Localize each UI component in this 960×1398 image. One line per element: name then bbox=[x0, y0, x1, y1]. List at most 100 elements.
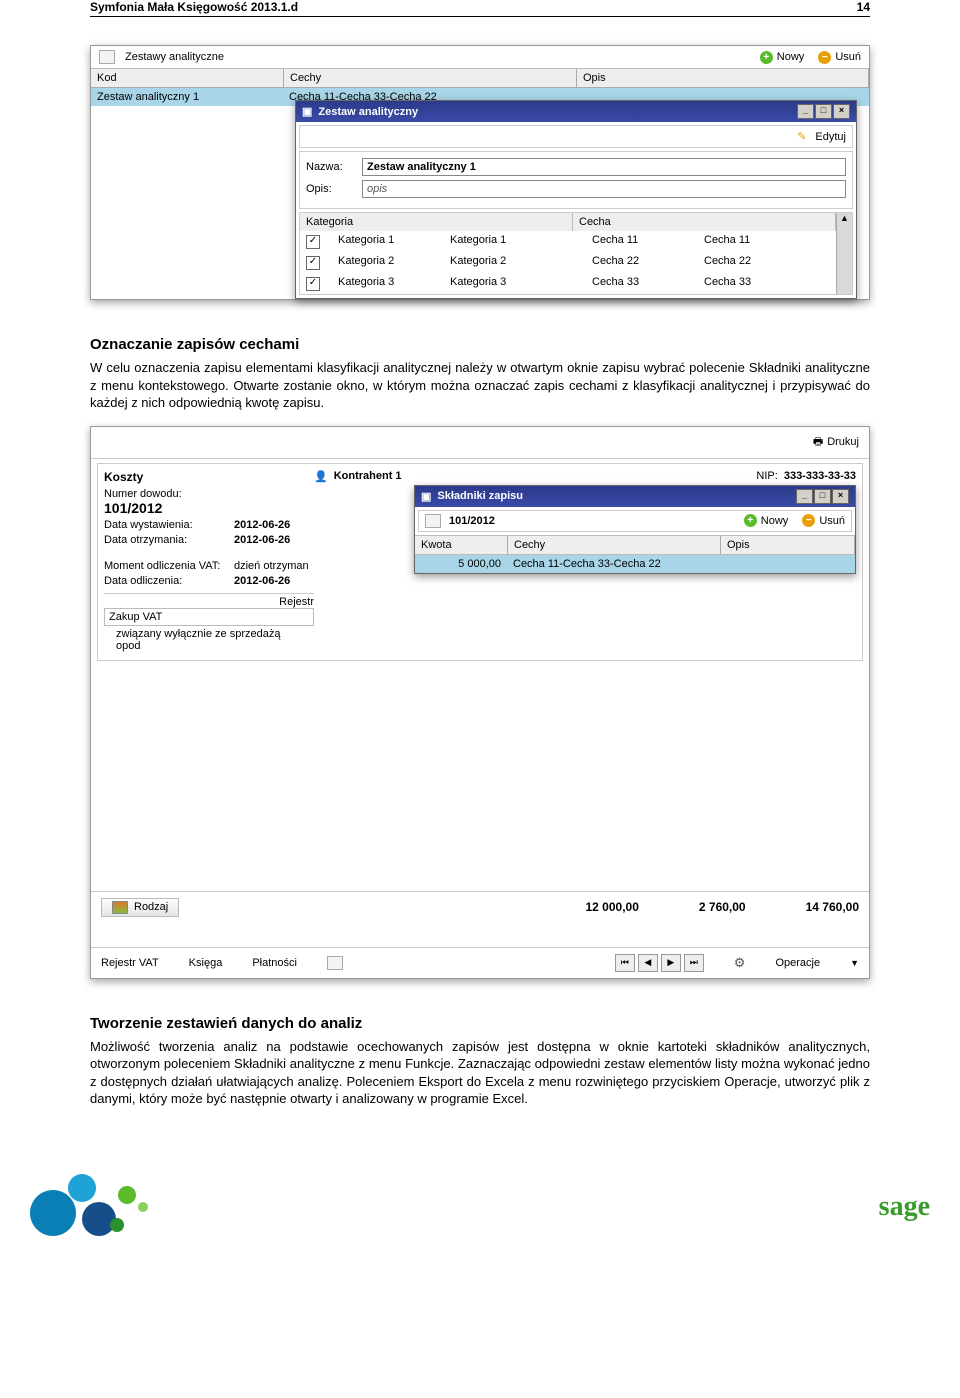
nip-label: NIP: bbox=[756, 470, 777, 482]
delete-button[interactable]: − Usuń bbox=[818, 51, 861, 64]
list-item[interactable]: ✓ Kategoria 1 Kategoria 1 Cecha 11 Cecha… bbox=[300, 231, 836, 252]
dialog-zestaw: ▣ Zestaw analityczny _ □ × ✎ Edytuj bbox=[295, 100, 857, 299]
close-button[interactable]: × bbox=[833, 104, 850, 119]
close-button[interactable]: × bbox=[832, 489, 849, 504]
chevron-down-icon[interactable]: ▼ bbox=[850, 958, 859, 968]
maximize-button[interactable]: □ bbox=[814, 489, 831, 504]
minimize-button[interactable]: _ bbox=[797, 104, 814, 119]
checkbox[interactable]: ✓ bbox=[306, 256, 320, 270]
print-button[interactable]: 🖶 Drukuj bbox=[813, 433, 859, 452]
operacje-button[interactable]: Operacje bbox=[775, 957, 820, 969]
gear-icon[interactable]: ⚙ bbox=[734, 955, 746, 971]
nav-last-button[interactable]: ⏭ bbox=[684, 954, 704, 972]
col-cechy[interactable]: Cechy bbox=[508, 536, 721, 554]
koszty-title: Koszty bbox=[104, 470, 314, 484]
data-odliczenia-label: Data odliczenia: bbox=[104, 575, 234, 587]
edit-button[interactable]: ✎ Edytuj bbox=[797, 130, 846, 143]
print-button-label: Drukuj bbox=[827, 436, 859, 448]
dialog-icon: ▣ bbox=[302, 105, 312, 118]
cecha-code: Cecha 11 bbox=[586, 232, 698, 251]
numer-value: 101/2012 bbox=[104, 500, 314, 516]
data-otrzymania-label: Data otrzymania: bbox=[104, 534, 234, 546]
delete-button-label: Usuń bbox=[819, 515, 845, 527]
scrollbar[interactable] bbox=[836, 231, 852, 294]
doc-number: 101/2012 bbox=[449, 515, 495, 527]
kat-code: Kategoria 1 bbox=[332, 232, 444, 251]
col-cecha[interactable]: Cecha bbox=[573, 213, 836, 231]
page-header: Symfonia Mała Księgowość 2013.1.d 14 bbox=[90, 0, 870, 17]
grip-icon[interactable] bbox=[327, 956, 343, 970]
list-item[interactable]: ✓ Kategoria 3 Kategoria 3 Cecha 33 Cecha… bbox=[300, 273, 836, 294]
delete-button-label: Usuń bbox=[835, 51, 861, 63]
tab-rejestr-vat[interactable]: Rejestr VAT bbox=[101, 957, 159, 969]
nav-next-button[interactable]: ▶ bbox=[661, 954, 681, 972]
dialog-icon: ▣ bbox=[421, 490, 431, 503]
rodzaj-label: Rodzaj bbox=[134, 901, 168, 913]
kat-name: Kategoria 1 bbox=[444, 232, 586, 251]
zakup-vat-field[interactable]: Zakup VAT bbox=[104, 608, 314, 626]
paragraph-2: Możliwość tworzenia analiz na podstawie … bbox=[90, 1038, 870, 1108]
total-brutto: 14 760,00 bbox=[806, 900, 859, 914]
dialog-title: Składniki zapisu bbox=[437, 490, 523, 502]
tab-platnosci[interactable]: Płatności bbox=[252, 957, 297, 969]
paragraph-1: W celu oznaczenia zapisu elementami klas… bbox=[90, 359, 870, 412]
cell-cechy: Cecha 11-Cecha 33-Cecha 22 bbox=[507, 555, 719, 573]
col-opis[interactable]: Opis bbox=[577, 69, 869, 87]
opis-label: Opis: bbox=[306, 183, 356, 195]
col-kategoria[interactable]: Kategoria bbox=[300, 213, 573, 231]
zakup-vat-desc: związany wyłącznie ze sprzedażą opod bbox=[104, 626, 314, 654]
opis-field[interactable]: opis bbox=[362, 180, 846, 198]
maximize-button[interactable]: □ bbox=[815, 104, 832, 119]
data-wystawienia-value: 2012-06-26 bbox=[234, 519, 290, 531]
numer-label: Numer dowodu: bbox=[104, 488, 314, 500]
plus-icon: + bbox=[760, 51, 773, 64]
data-otrzymania-value: 2012-06-26 bbox=[234, 534, 290, 546]
data-odliczenia-value: 2012-06-26 bbox=[234, 575, 290, 587]
window-zestawy: Zestawy analityczne + Nowy − Usuń Kod Ce… bbox=[90, 45, 870, 300]
heading-1: Oznaczanie zapisów cechami bbox=[90, 336, 870, 353]
col-opis[interactable]: Opis bbox=[721, 536, 855, 554]
total-vat: 2 760,00 bbox=[699, 900, 746, 914]
kat-name: Kategoria 3 bbox=[444, 274, 586, 293]
list-item[interactable]: ✓ Kategoria 2 Kategoria 2 Cecha 22 Cecha… bbox=[300, 252, 836, 273]
nip-value: 333-333-33-33 bbox=[784, 470, 856, 482]
kontrahent-value: Kontrahent 1 bbox=[334, 470, 402, 482]
window-koszty: 🖶 Drukuj Koszty Numer dowodu: 101/2012 D… bbox=[90, 426, 870, 979]
moment-vat-value: dzień otrzyman bbox=[234, 560, 309, 572]
table-row[interactable]: 5 000,00 Cecha 11-Cecha 33-Cecha 22 bbox=[415, 555, 855, 573]
new-button[interactable]: + Nowy bbox=[760, 51, 805, 64]
person-icon: 👤 bbox=[314, 470, 328, 483]
cecha-name: Cecha 33 bbox=[698, 274, 757, 293]
cell-kod: Zestaw analityczny 1 bbox=[91, 88, 283, 106]
name-field[interactable]: Zestaw analityczny 1 bbox=[362, 158, 846, 176]
checkbox[interactable]: ✓ bbox=[306, 277, 320, 291]
nav-first-button[interactable]: ⏮ bbox=[615, 954, 635, 972]
cecha-name: Cecha 11 bbox=[698, 232, 756, 251]
data-wystawienia-label: Data wystawienia: bbox=[104, 519, 234, 531]
doc-title: Symfonia Mała Księgowość 2013.1.d bbox=[90, 0, 298, 14]
new-button[interactable]: + Nowy bbox=[744, 514, 789, 527]
nav-prev-button[interactable]: ◀ bbox=[638, 954, 658, 972]
cecha-code: Cecha 22 bbox=[586, 253, 698, 272]
col-kod[interactable]: Kod bbox=[91, 69, 284, 87]
scroll-up-icon[interactable]: ▲ bbox=[836, 213, 852, 231]
col-cechy[interactable]: Cechy bbox=[284, 69, 577, 87]
window-icon bbox=[99, 50, 115, 64]
pencil-icon: ✎ bbox=[797, 130, 806, 143]
page-footer: sage bbox=[0, 1162, 960, 1262]
moment-vat-label: Moment odliczenia VAT: bbox=[104, 560, 234, 572]
delete-button[interactable]: − Usuń bbox=[802, 514, 845, 527]
minimize-button[interactable]: _ bbox=[796, 489, 813, 504]
dialog-skladniki: ▣ Składniki zapisu _ □ × 101/2012 bbox=[414, 485, 856, 574]
decorative-bubbles bbox=[30, 1172, 190, 1242]
kat-name: Kategoria 2 bbox=[444, 253, 586, 272]
checkbox[interactable]: ✓ bbox=[306, 235, 320, 249]
rejestr-label: Rejestr bbox=[104, 593, 314, 608]
minus-icon: − bbox=[818, 51, 831, 64]
tab-ksiega[interactable]: Księga bbox=[189, 957, 223, 969]
rodzaj-button[interactable]: Rodzaj bbox=[101, 898, 179, 917]
col-kwota[interactable]: Kwota bbox=[415, 536, 508, 554]
page-number: 14 bbox=[857, 0, 870, 14]
panel-title: Zestawy analityczne bbox=[125, 51, 224, 63]
kat-code: Kategoria 2 bbox=[332, 253, 444, 272]
